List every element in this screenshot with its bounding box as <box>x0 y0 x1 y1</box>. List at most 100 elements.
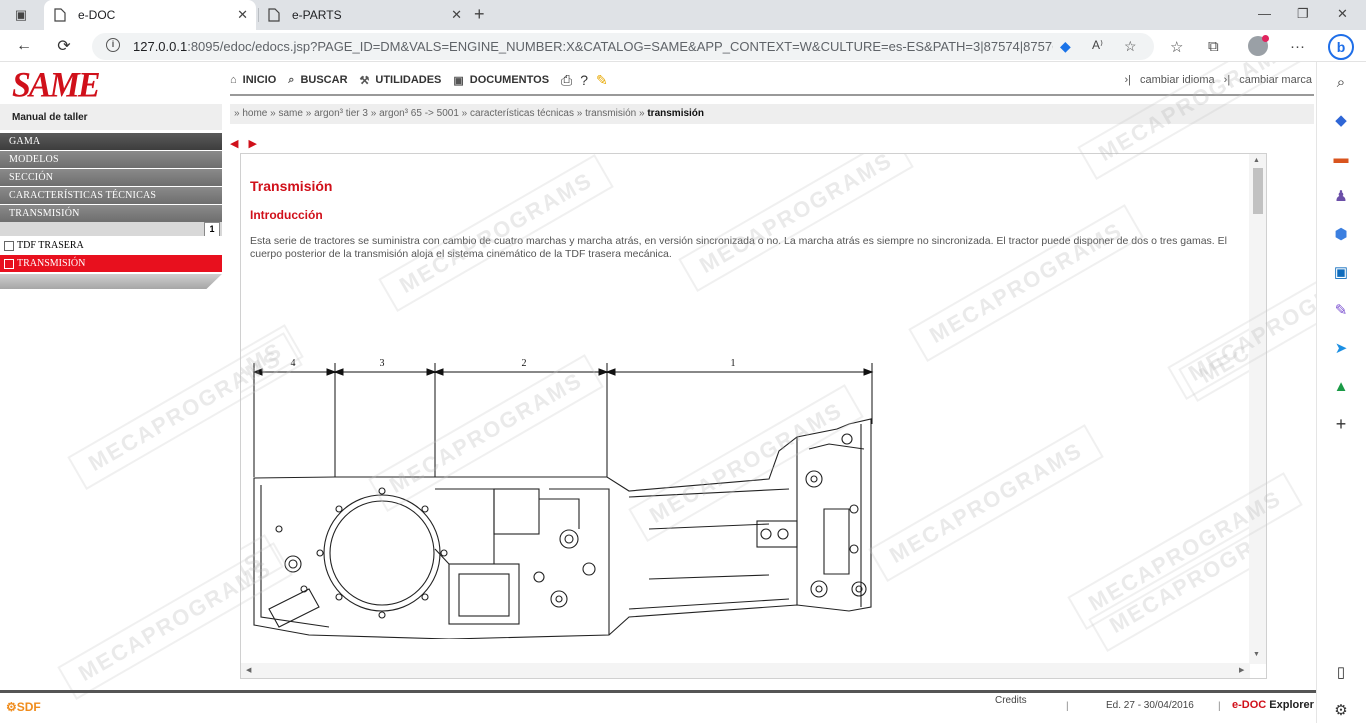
sidebar-layout-icon[interactable]: ▯ <box>1331 662 1351 682</box>
close-icon[interactable]: ✕ <box>451 7 462 23</box>
telegram-icon[interactable]: ➤ <box>1331 338 1351 358</box>
left-menu: GAMA MODELOS SECCIÓN CARACTERÍSTICAS TÉC… <box>0 133 222 289</box>
menu-label: UTILIDADES <box>375 74 442 86</box>
document-icon <box>4 258 14 269</box>
tab-actions-icon[interactable]: ▣ <box>8 5 34 25</box>
submenu-label: TRANSMISIÓN <box>17 258 86 269</box>
horizontal-scrollbar[interactable]: ◀ ▶ <box>241 663 1250 678</box>
site-info-icon[interactable]: i <box>106 38 120 52</box>
tab-eparts[interactable]: e-PARTS ✕ <box>258 0 470 30</box>
crumb-current: transmisión <box>647 108 705 119</box>
menu-utilidades[interactable]: ⚒ UTILIDADES <box>360 74 442 87</box>
minimize-icon[interactable]: — <box>1258 6 1271 21</box>
vertical-scrollbar[interactable]: ▲ ▼ <box>1249 154 1266 664</box>
menu-label: BUSCAR <box>300 74 348 86</box>
menu-caracteristicas[interactable]: CARACTERÍSTICAS TÉCNICAS <box>0 187 222 204</box>
favorites-icon[interactable]: ☆ <box>1170 38 1183 56</box>
crumb-model[interactable]: argon³ 65 -> 5001 <box>379 108 459 119</box>
crumb-range[interactable]: argon³ tier 3 <box>314 108 368 119</box>
url-text[interactable]: 127.0.0.1:8095/edoc/edocs.jsp?PAGE_ID=DM… <box>133 39 1053 54</box>
favorite-star-icon[interactable]: ☆ <box>1124 38 1137 55</box>
menu-buscar[interactable]: ⌕ BUSCAR <box>288 74 347 87</box>
tag-icon[interactable]: ◆ <box>1060 38 1071 55</box>
url-path: :8095/edoc/edocs.jsp?PAGE_ID=DM&VALS=ENG… <box>187 39 1053 54</box>
maximize-icon[interactable]: ❐ <box>1297 6 1309 22</box>
crumb-same[interactable]: same <box>278 108 302 119</box>
submenu-transmision[interactable]: TRANSMISIÓN <box>0 255 222 272</box>
help-icon[interactable]: ? <box>580 72 588 88</box>
office-icon[interactable]: ⬢ <box>1331 224 1351 244</box>
settings-gear-icon[interactable]: ⚙ <box>1331 700 1351 720</box>
back-arrow-icon[interactable]: ← <box>13 36 35 56</box>
games-icon[interactable]: ♟ <box>1331 186 1351 206</box>
submenu-label: TDF TRASERA <box>17 240 84 251</box>
close-icon[interactable]: ✕ <box>237 7 248 23</box>
edoc-page: SAME Manual de taller ⌂ INICIO ⌕ BUSCAR ⚒ U… <box>0 62 1316 723</box>
tab-label: e-PARTS <box>292 8 342 22</box>
manual-label: Manual de taller <box>0 104 222 130</box>
copilot-icon[interactable]: b <box>1328 34 1354 60</box>
crumb-home[interactable]: home <box>242 108 267 119</box>
address-toolbar: ← ⟳ i 127.0.0.1:8095/edoc/edocs.jsp?PAGE… <box>0 30 1366 62</box>
breadcrumb: » home » same » argon³ tier 3 » argon³ 6… <box>230 104 1314 124</box>
print-icon[interactable]: ⎙ <box>561 72 572 89</box>
crumb-specs[interactable]: características técnicas <box>470 108 574 119</box>
watermark: MECAPROGRAMS <box>1088 493 1250 653</box>
watermark: MECAPROGRAMS <box>678 154 915 293</box>
menu-label: INICIO <box>242 74 277 86</box>
add-icon[interactable]: + <box>1331 414 1351 434</box>
menu-transmision[interactable]: TRANSMISIÓN <box>0 205 222 222</box>
refresh-icon[interactable]: ⟳ <box>53 36 75 56</box>
link-label: cambiar marca <box>1239 74 1312 86</box>
next-arrow-icon[interactable]: ▶ <box>248 138 256 150</box>
home-icon: ⌂ <box>230 74 237 86</box>
content-scroll-area[interactable]: Transmisión Introducción Esta serie de t… <box>241 154 1250 664</box>
submenu-tdf-trasera[interactable]: TDF TRASERA <box>0 237 222 254</box>
scroll-up-arrow-icon[interactable]: ▲ <box>1253 157 1260 164</box>
menu-divider <box>230 94 1314 96</box>
submenu-tab-1[interactable]: 1 <box>204 222 220 236</box>
menu-gama[interactable]: GAMA <box>0 133 222 150</box>
change-language-link[interactable]: ›| cambiar idioma <box>1124 74 1214 86</box>
dimension-label-1: 1 <box>731 358 736 369</box>
new-tab-icon[interactable]: + <box>474 4 485 25</box>
crumb-transmission[interactable]: transmisión <box>585 108 636 119</box>
credits-link[interactable]: Credits <box>995 695 1027 706</box>
sdf-label: SDF <box>16 700 41 714</box>
edoc-explorer-logo: e-DOC Explorer <box>1232 699 1314 711</box>
dimension-label-2: 2 <box>522 358 527 369</box>
tab-edoc[interactable]: e-DOC ✕ <box>44 0 256 30</box>
toolbox-icon[interactable]: ▬ <box>1331 148 1351 168</box>
scroll-left-arrow-icon[interactable]: ◀ <box>246 666 251 674</box>
window-close-icon[interactable]: ✕ <box>1337 6 1348 22</box>
search-icon: ⌕ <box>288 73 295 86</box>
scroll-thumb[interactable] <box>1253 168 1263 214</box>
same-logo: SAME <box>12 66 100 105</box>
url-bar[interactable]: i 127.0.0.1:8095/edoc/edocs.jsp?PAGE_ID=… <box>92 33 1154 60</box>
change-brand-link[interactable]: ›| cambiar marca <box>1224 74 1312 86</box>
transmission-drawing: 4 3 2 1 <box>252 358 874 639</box>
more-menu-icon[interactable]: ··· <box>1290 38 1305 55</box>
tree-icon[interactable]: ▲ <box>1331 376 1351 396</box>
search-icon[interactable]: ⌕ <box>1331 72 1351 92</box>
link-label: cambiar idioma <box>1140 74 1215 86</box>
menu-seccion[interactable]: SECCIÓN <box>0 169 222 186</box>
notification-dot <box>1262 35 1269 42</box>
menu-documentos[interactable]: ▣ DOCUMENTOS <box>453 74 549 87</box>
collections-icon[interactable]: ⧉ <box>1208 38 1219 55</box>
scroll-right-arrow-icon[interactable]: ▶ <box>1239 666 1244 674</box>
menu-inicio[interactable]: ⌂ INICIO <box>230 74 276 86</box>
notes-icon[interactable]: ✎ <box>596 72 608 89</box>
intro-paragraph: Esta serie de tractores se suministra co… <box>250 235 1227 260</box>
page-nav-arrows: ◀ ▶ <box>230 134 267 152</box>
menu-modelos[interactable]: MODELOS <box>0 151 222 168</box>
submenu-tab-row: 1 <box>0 222 222 236</box>
shopping-tag-icon[interactable]: ◆ <box>1331 110 1351 130</box>
outlook-icon[interactable]: ▣ <box>1331 262 1351 282</box>
scroll-down-arrow-icon[interactable]: ▼ <box>1253 651 1260 658</box>
read-aloud-icon[interactable]: A⁾ <box>1092 38 1103 52</box>
dimension-label-3: 3 <box>380 358 385 369</box>
page-icon <box>268 8 282 22</box>
previous-arrow-icon[interactable]: ◀ <box>230 138 238 150</box>
designer-icon[interactable]: ✎ <box>1331 300 1351 320</box>
